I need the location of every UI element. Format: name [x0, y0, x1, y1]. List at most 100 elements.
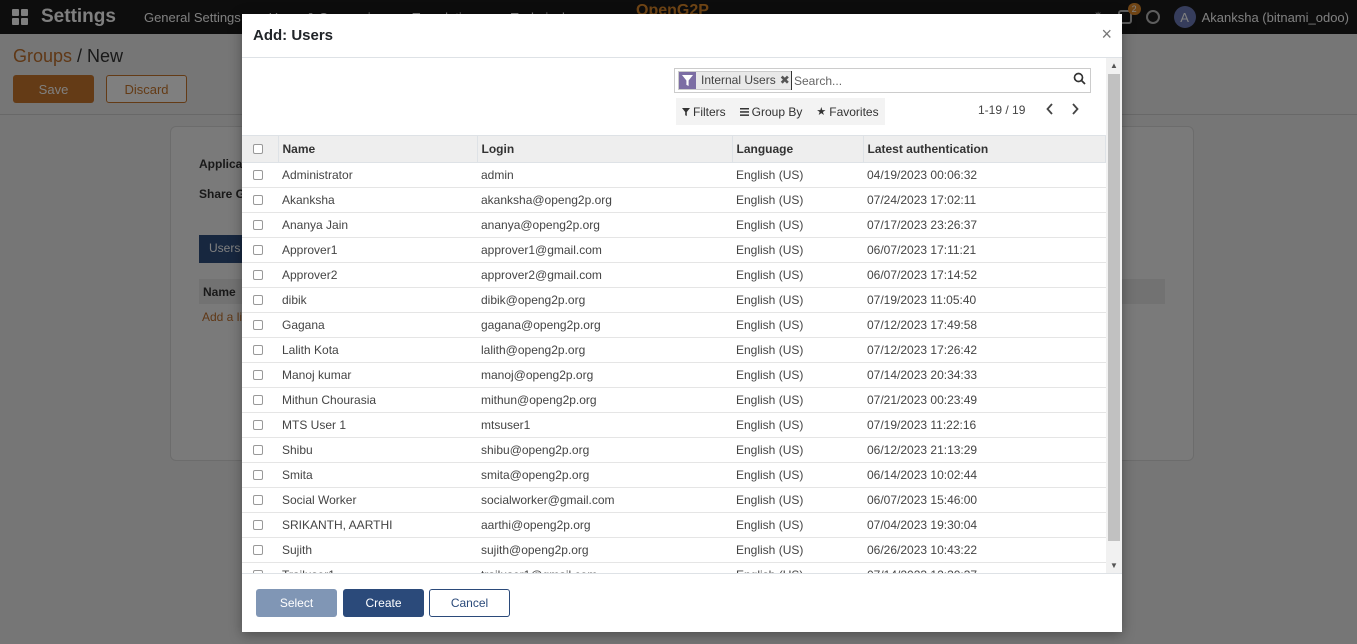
cell-login: approver2@gmail.com [481, 268, 602, 282]
cell-language: English (US) [736, 293, 804, 307]
row-checkbox[interactable] [253, 195, 263, 205]
row-checkbox[interactable] [253, 420, 263, 430]
row-checkbox[interactable] [253, 320, 263, 330]
table-row[interactable]: Sujith sujith@openg2p.org English (US) 06/2… [242, 538, 1106, 563]
close-icon[interactable]: × [1101, 24, 1112, 45]
row-checkbox[interactable] [253, 270, 263, 280]
cell-login: gagana@openg2p.org [481, 318, 601, 332]
column-name[interactable]: Name [278, 135, 478, 163]
row-checkbox-cell [242, 263, 278, 288]
cell-login: shibu@openg2p.org [481, 443, 590, 457]
cell-name: Sujith [282, 543, 313, 557]
table-row[interactable]: Approver1 approver1@gmail.com English (US)… [242, 238, 1106, 263]
cell-latest-authentication: 06/14/2023 10:02:44 [867, 468, 978, 482]
column-latest-authentication[interactable]: Latest authentication [863, 135, 1106, 163]
column-language[interactable]: Language [732, 135, 864, 163]
cell-name: Social Worker [282, 493, 357, 507]
table-row[interactable]: Akanksha akanksha@openg2p.org English (US)… [242, 188, 1106, 213]
cell-latest-authentication: 07/24/2023 17:02:11 [867, 193, 977, 207]
table-row[interactable]: Social Worker socialworker@gmail.com Engli… [242, 488, 1106, 513]
list-icon [739, 107, 749, 116]
select-button[interactable]: Select [256, 589, 337, 617]
table-row[interactable]: Ananya Jain ananya@openg2p.org English (US… [242, 213, 1106, 238]
table-row[interactable]: Shibu shibu@openg2p.org English (US) 06/12/… [242, 438, 1106, 463]
table-row[interactable]: MTS User 1 mtsuser1 English (US) 07/19/2023… [242, 413, 1106, 438]
chevron-left-icon[interactable] [1046, 102, 1054, 118]
row-checkbox[interactable] [253, 220, 263, 230]
row-checkbox[interactable] [253, 395, 263, 405]
search-icon[interactable] [1073, 72, 1086, 88]
cell-language: English (US) [736, 318, 804, 332]
cell-name: Trailuser1 [278, 563, 477, 573]
add-users-dialog: Add: Users × Internal Users ✖ Filters Gr… [242, 14, 1122, 632]
cell-login: approver1@gmail.com [481, 243, 602, 257]
cell-language: English (US) [736, 243, 804, 257]
row-checkbox-cell [242, 238, 278, 263]
cell-login: sujith@openg2p.org [481, 543, 589, 557]
row-checkbox[interactable] [253, 295, 263, 305]
cell-language: English (US) [736, 543, 804, 557]
row-checkbox-cell [242, 338, 278, 363]
chevron-right-icon[interactable] [1071, 102, 1079, 118]
select-all-checkbox[interactable] [253, 144, 263, 154]
table-row[interactable]: Gagana gagana@openg2p.org English (US) 07/1… [242, 313, 1106, 338]
modal-header: Add: Users × [242, 14, 1122, 58]
cell-name: Approver2 [282, 268, 338, 282]
row-checkbox[interactable] [253, 545, 263, 555]
filters-button[interactable]: Filters [682, 105, 726, 119]
modal-title: Add: Users [253, 27, 334, 44]
table-row[interactable]: Manoj kumar manoj@openg2p.org English (US)… [242, 363, 1106, 388]
row-checkbox[interactable] [253, 470, 263, 480]
cell-login: aarthi@openg2p.org [481, 518, 591, 532]
pager-value[interactable]: 1-19 / 19 [978, 103, 1025, 117]
scrollbar-thumb[interactable] [1108, 74, 1120, 541]
cell-language: English (US) [732, 563, 863, 573]
row-checkbox[interactable] [253, 345, 263, 355]
table-row[interactable]: dibik dibik@openg2p.org English (US) 07/19/… [242, 288, 1106, 313]
group-by-button[interactable]: Group By [739, 105, 802, 119]
cell-latest-authentication: 07/12/2023 17:49:58 [867, 318, 978, 332]
row-checkbox[interactable] [253, 370, 263, 380]
table-row[interactable]: Mithun Chourasia mithun@openg2p.org Englis… [242, 388, 1106, 413]
filters-label: Filters [693, 104, 726, 119]
row-checkbox-cell [242, 438, 278, 463]
cancel-button[interactable]: Cancel [429, 589, 510, 617]
favorites-label: Favorites [829, 104, 879, 119]
row-checkbox[interactable] [253, 495, 263, 505]
cell-language: English (US) [736, 343, 804, 357]
table-row[interactable]: Administrator admin English (US) 04/19/2023… [242, 163, 1106, 188]
cell-latest-authentication: 07/14/2023 20:34:33 [867, 368, 978, 382]
row-checkbox[interactable] [253, 245, 263, 255]
favorites-button[interactable]: ★ Favorites [816, 105, 878, 119]
cell-login: akanksha@openg2p.org [481, 193, 612, 207]
create-button[interactable]: Create [343, 589, 424, 617]
cell-login: socialworker@gmail.com [481, 493, 615, 507]
search-input[interactable] [791, 71, 1061, 90]
cell-latest-authentication: 04/19/2023 00:06:32 [867, 168, 978, 182]
table-row[interactable]: Smita smita@openg2p.org English (US) 06/14/… [242, 463, 1106, 488]
cell-name: Gagana [282, 318, 325, 332]
scrollbar[interactable]: ▲ ▼ [1106, 58, 1122, 573]
row-checkbox-cell [242, 513, 278, 538]
cell-login: smita@openg2p.org [481, 468, 590, 482]
cell-language: English (US) [736, 443, 804, 457]
column-login[interactable]: Login [477, 135, 733, 163]
scroll-up-arrow-icon[interactable]: ▲ [1110, 61, 1118, 70]
table-row[interactable]: Trailuser1trailuser1@gmail.comEnglish (U… [242, 563, 1106, 573]
users-table: Name Login Language Latest authenticatio… [242, 135, 1106, 573]
row-checkbox-cell [242, 388, 278, 413]
cell-name: Shibu [282, 443, 313, 457]
row-checkbox-cell [242, 463, 278, 488]
table-row[interactable]: SRIKANTH, AARTHI aarthi@openg2p.org Englis… [242, 513, 1106, 538]
scroll-down-arrow-icon[interactable]: ▼ [1110, 561, 1118, 570]
row-checkbox[interactable] [253, 445, 263, 455]
cell-language: English (US) [736, 393, 804, 407]
table-row[interactable]: Approver2 approver2@gmail.com English (US)… [242, 263, 1106, 288]
cell-name: MTS User 1 [282, 418, 347, 432]
row-checkbox[interactable] [253, 170, 263, 180]
row-checkbox[interactable] [253, 520, 263, 530]
cell-latest-authentication: 06/07/2023 17:11:21 [867, 243, 977, 257]
row-checkbox-cell [242, 413, 278, 438]
table-row[interactable]: Lalith Kota lalith@openg2p.org English (US… [242, 338, 1106, 363]
cell-latest-authentication: 07/19/2023 11:05:40 [867, 293, 977, 307]
